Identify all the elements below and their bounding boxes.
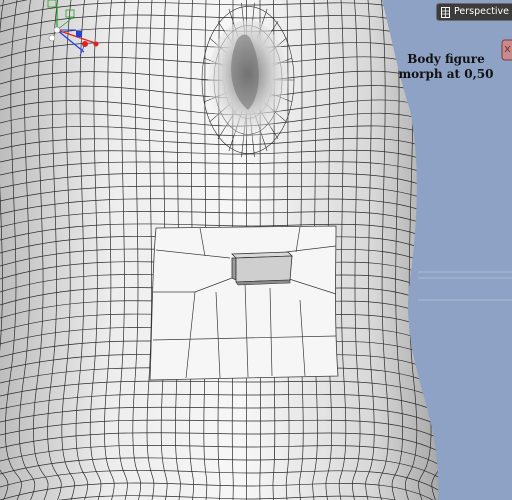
- annotation-line-1: Body figure: [407, 52, 485, 66]
- selected-faces[interactable]: [149, 225, 339, 381]
- morph-annotation: Body figure morph at 0,50: [398, 52, 494, 82]
- view-selector[interactable]: Perspective View: [436, 3, 512, 21]
- camera-control-icon[interactable]: [500, 38, 512, 62]
- grid-view-icon: [441, 6, 450, 18]
- annotation-line-2: morph at 0,50: [398, 67, 494, 81]
- view-label-text: Perspective View: [454, 6, 512, 17]
- cube-primitive[interactable]: [231, 251, 293, 286]
